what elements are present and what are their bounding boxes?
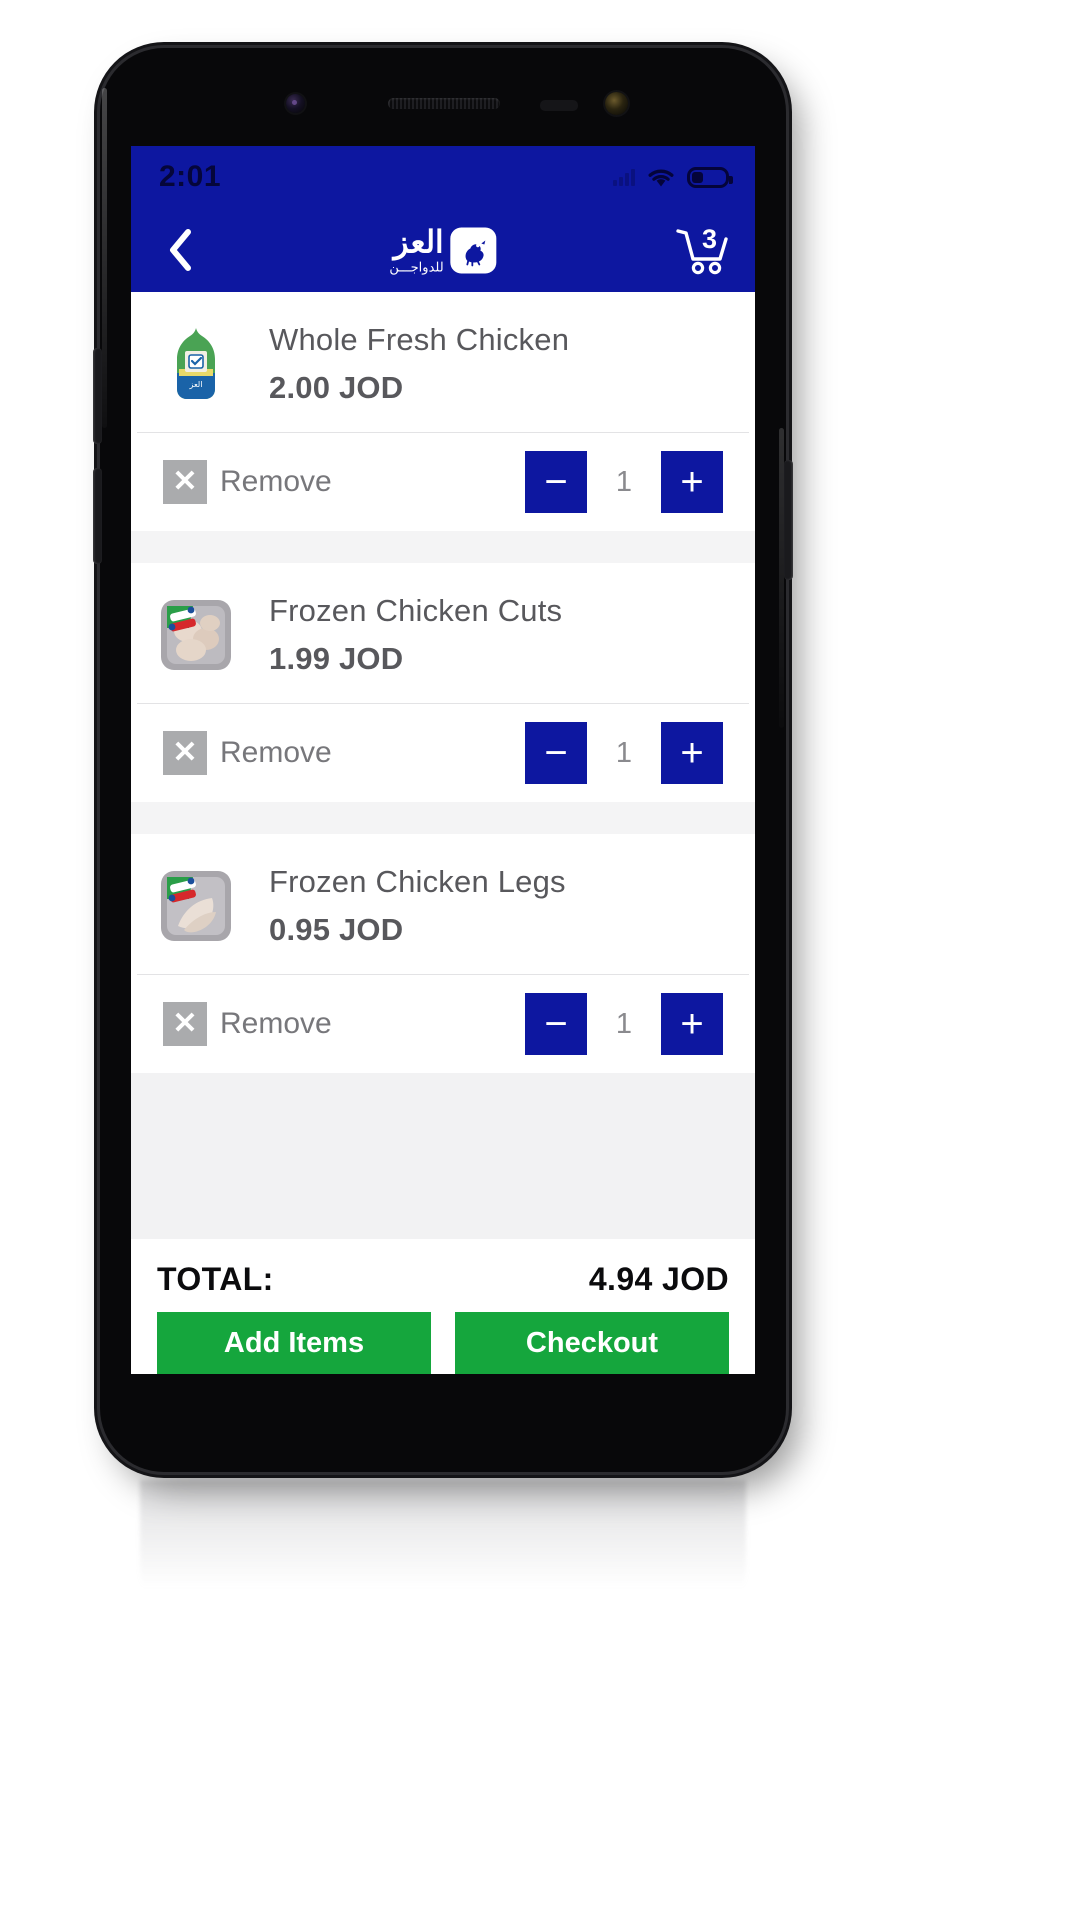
total-row: TOTAL: 4.94 JOD bbox=[131, 1239, 755, 1312]
quantity-row: ✕ Remove − 1 + bbox=[137, 703, 749, 802]
phone-device: 2:01 العز للدواجـــن 3 العز Whole Fresh … bbox=[93, 48, 793, 1472]
product-row[interactable]: Frozen Chicken Legs 0.95 JOD bbox=[131, 834, 755, 974]
minus-icon: − bbox=[544, 1002, 568, 1046]
minus-icon: − bbox=[544, 731, 568, 775]
product-info: Frozen Chicken Cuts 1.99 JOD bbox=[269, 593, 562, 677]
device-bottom-bezel bbox=[100, 1374, 786, 1472]
cart-button[interactable]: 3 bbox=[671, 221, 733, 279]
product-info: Whole Fresh Chicken 2.00 JOD bbox=[269, 322, 569, 406]
plus-icon: + bbox=[680, 731, 704, 775]
frozen-chicken-cuts-tray-icon bbox=[161, 600, 231, 670]
volume-up-button[interactable] bbox=[93, 348, 102, 444]
signal-icon bbox=[613, 168, 635, 186]
phone-screen: 2:01 العز للدواجـــن 3 العز Whole Fresh … bbox=[131, 146, 755, 1374]
product-price: 0.95 JOD bbox=[269, 912, 404, 947]
increment-button[interactable]: + bbox=[661, 451, 723, 513]
product-thumbnail bbox=[157, 596, 235, 674]
remove-label: Remove bbox=[220, 736, 332, 769]
remove-label: Remove bbox=[220, 1007, 332, 1040]
chicken-logo-icon bbox=[450, 227, 497, 273]
whole-fresh-chicken-pack-icon: العز bbox=[177, 328, 215, 399]
product-info: Frozen Chicken Legs 0.95 JOD bbox=[269, 864, 566, 948]
status-bar: 2:01 bbox=[131, 146, 755, 208]
quantity-row: ✕ Remove − 1 + bbox=[137, 974, 749, 1073]
battery-icon bbox=[687, 166, 733, 188]
volume-down-button[interactable] bbox=[93, 468, 102, 564]
product-price: 2.00 JOD bbox=[269, 370, 404, 405]
close-icon: ✕ bbox=[163, 460, 207, 504]
product-row[interactable]: Frozen Chicken Cuts 1.99 JOD bbox=[131, 563, 755, 703]
product-thumbnail: العز bbox=[157, 325, 235, 403]
increment-button[interactable]: + bbox=[661, 722, 723, 784]
remove-item-button[interactable]: ✕ Remove bbox=[163, 731, 525, 775]
proximity-sensor bbox=[540, 100, 578, 111]
list-separator bbox=[131, 531, 755, 563]
frozen-chicken-legs-tray-icon bbox=[161, 871, 231, 941]
minus-icon: − bbox=[544, 460, 568, 504]
app-brand-logo: العز للدواجـــن bbox=[389, 227, 497, 274]
brand-text: العز للدواجـــن bbox=[389, 227, 443, 274]
decrement-button[interactable]: − bbox=[525, 993, 587, 1055]
decrement-button[interactable]: − bbox=[525, 451, 587, 513]
quantity-stepper: − 1 + bbox=[525, 993, 723, 1055]
checkout-button[interactable]: Checkout bbox=[455, 1312, 729, 1374]
camera-lens-glint bbox=[292, 100, 297, 105]
product-name: Frozen Chicken Legs bbox=[269, 864, 566, 899]
footer-actions: Add Items Checkout bbox=[131, 1312, 755, 1374]
secondary-camera-icon bbox=[605, 92, 628, 115]
cart-footer: TOTAL: 4.94 JOD Add Items Checkout bbox=[131, 1239, 755, 1374]
product-thumbnail bbox=[157, 867, 235, 945]
cart-item-card: Frozen Chicken Legs 0.95 JOD ✕ Remove − … bbox=[131, 834, 755, 1073]
plus-icon: + bbox=[680, 1002, 704, 1046]
chevron-left-icon bbox=[170, 229, 191, 271]
close-icon: ✕ bbox=[163, 731, 207, 775]
brand-name: العز bbox=[393, 224, 444, 260]
svg-text:العز: العز bbox=[189, 380, 203, 389]
earpiece-speaker bbox=[388, 98, 500, 109]
quantity-stepper: − 1 + bbox=[525, 722, 723, 784]
plus-icon: + bbox=[680, 460, 704, 504]
status-indicators bbox=[613, 146, 733, 208]
add-items-button[interactable]: Add Items bbox=[157, 1312, 431, 1374]
cart-item-list[interactable]: العز Whole Fresh Chicken 2.00 JOD ✕ Remo… bbox=[131, 292, 755, 1239]
list-separator bbox=[131, 802, 755, 834]
quantity-value: 1 bbox=[615, 736, 633, 769]
remove-item-button[interactable]: ✕ Remove bbox=[163, 460, 525, 504]
remove-label: Remove bbox=[220, 465, 332, 498]
status-time: 2:01 bbox=[159, 160, 222, 193]
cart-item-card: العز Whole Fresh Chicken 2.00 JOD ✕ Remo… bbox=[131, 292, 755, 531]
quantity-row: ✕ Remove − 1 + bbox=[137, 432, 749, 531]
total-label: TOTAL: bbox=[157, 1261, 274, 1297]
close-icon: ✕ bbox=[163, 1002, 207, 1046]
product-name: Whole Fresh Chicken bbox=[269, 322, 570, 357]
decrement-button[interactable]: − bbox=[525, 722, 587, 784]
product-price: 1.99 JOD bbox=[269, 641, 404, 676]
device-top-bezel bbox=[100, 48, 786, 146]
back-button[interactable] bbox=[153, 223, 207, 277]
brand-tagline: للدواجـــن bbox=[389, 259, 444, 275]
cart-count-badge: 3 bbox=[702, 224, 718, 254]
total-value: 4.94 JOD bbox=[588, 1261, 729, 1297]
cart-item-card: Frozen Chicken Cuts 1.99 JOD ✕ Remove − … bbox=[131, 563, 755, 802]
remove-item-button[interactable]: ✕ Remove bbox=[163, 1002, 525, 1046]
product-name: Frozen Chicken Cuts bbox=[269, 593, 563, 628]
increment-button[interactable]: + bbox=[661, 993, 723, 1055]
quantity-value: 1 bbox=[615, 465, 633, 498]
quantity-stepper: − 1 + bbox=[525, 451, 723, 513]
power-button[interactable] bbox=[784, 460, 793, 580]
cart-screen-body: العز Whole Fresh Chicken 2.00 JOD ✕ Remo… bbox=[131, 292, 755, 1374]
app-bar: العز للدواجـــن 3 bbox=[131, 208, 755, 292]
quantity-value: 1 bbox=[615, 1007, 633, 1040]
device-reflection bbox=[140, 1480, 746, 1630]
product-row[interactable]: العز Whole Fresh Chicken 2.00 JOD bbox=[131, 292, 755, 432]
page-canvas: 2:01 العز للدواجـــن 3 العز Whole Fresh … bbox=[0, 0, 1080, 1920]
wifi-icon bbox=[646, 166, 676, 188]
